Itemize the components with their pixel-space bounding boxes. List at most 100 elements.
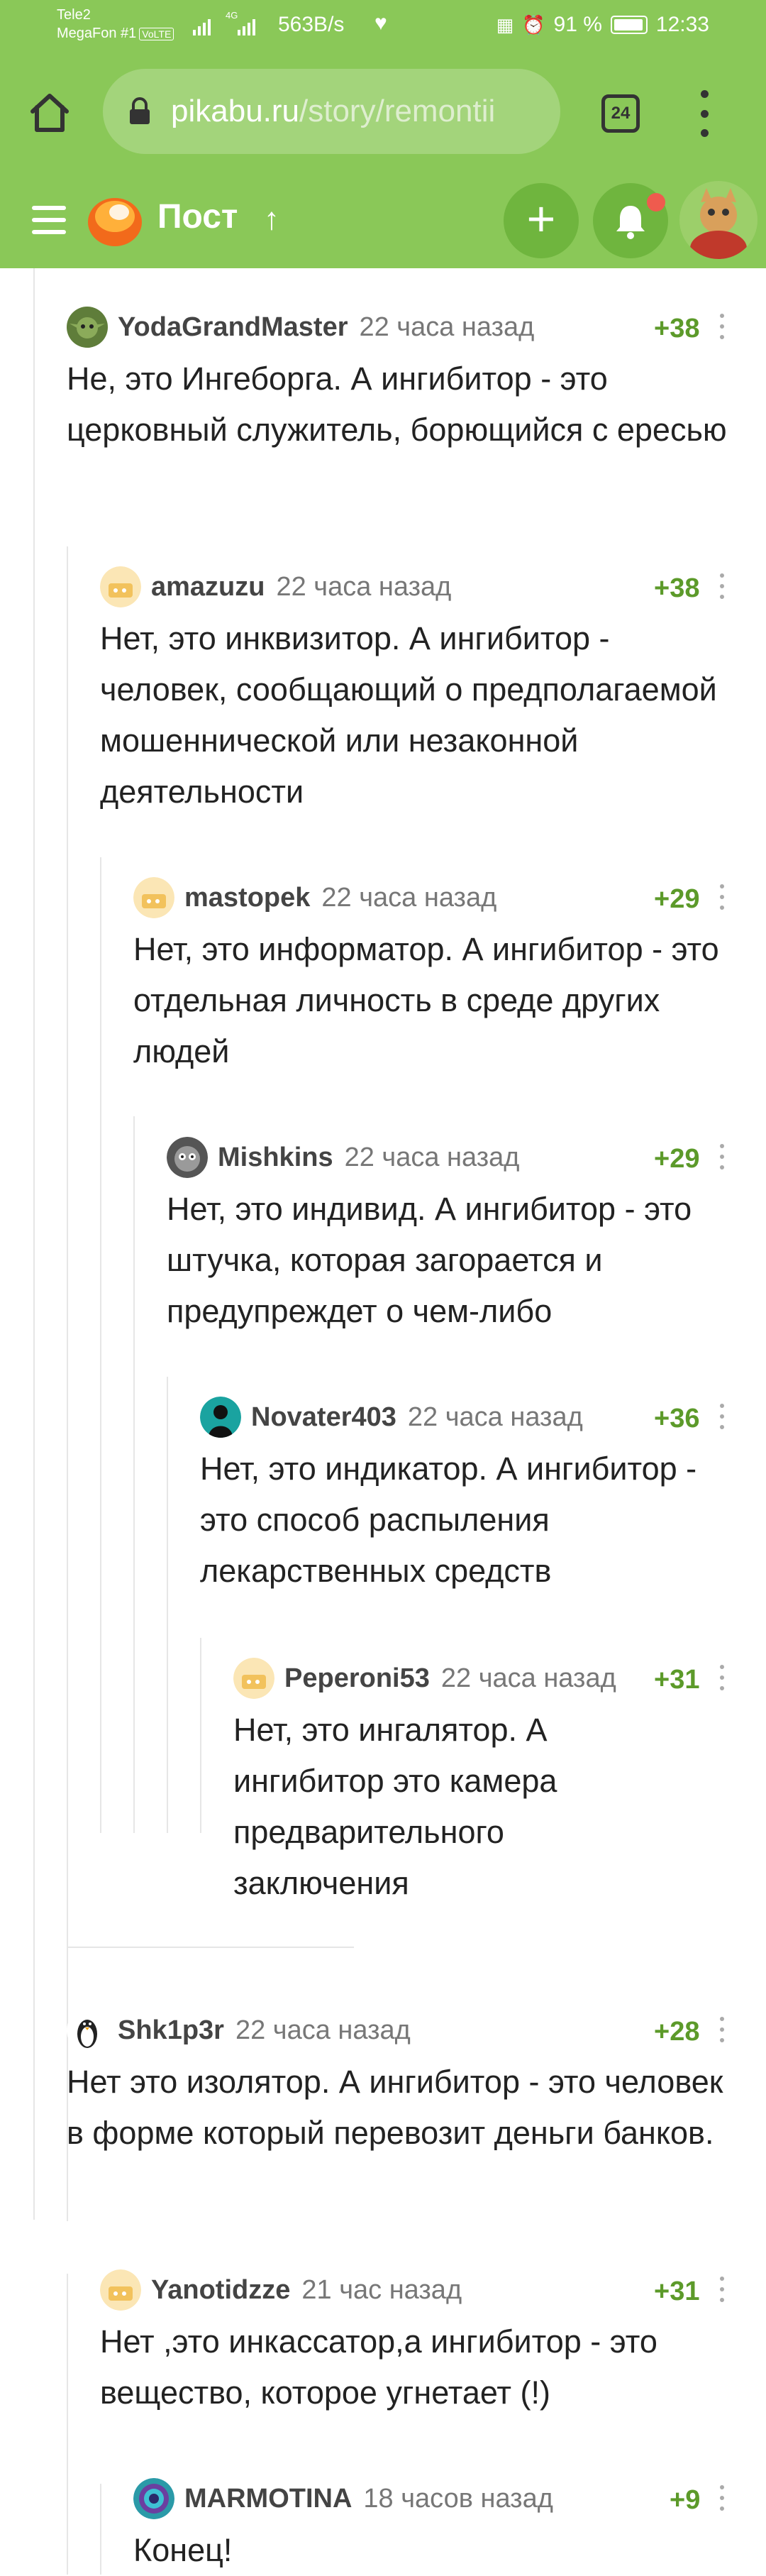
comment-more-icon[interactable] [719,1665,725,1690]
comment-text: Нет, это информатор. А ингибитор - это о… [133,931,719,1069]
comment-author[interactable]: Novater403 [251,1402,396,1433]
comment: amazuzu 22 часа назад +38 Нет, это инкви… [100,565,728,818]
comment-author[interactable]: Peperoni53 [284,1663,430,1694]
comment-more-icon[interactable] [719,573,725,599]
comment-author[interactable]: mastopek [184,883,310,913]
address-bar[interactable]: pikabu.ru/story/remontii [103,69,560,154]
comment-time: 22 часа назад [235,2015,411,2045]
comment-author[interactable]: YodaGrandMaster [118,312,348,343]
avatar[interactable] [133,2478,174,2519]
thread-line [133,1116,135,1833]
comment-time: 22 часа назад [321,882,497,913]
comment-rating: +29 [654,884,700,914]
thread-line [33,268,35,2220]
notification-dot [647,193,665,211]
comment-author[interactable]: Shk1p3r [118,2015,224,2046]
comment-text: Не, это Ингеборга. А ингибитор - это цер… [67,360,727,448]
comment-time: 22 часа назад [344,1142,520,1172]
signal-icon-2 [238,16,255,35]
comment: Novater403 22 часа назад +36 Нет, это ин… [200,1395,728,1597]
thread-line [167,1377,168,1833]
scroll-up-icon[interactable]: ↑ [264,202,279,237]
thread-line [67,2274,68,2575]
comment-rating: +9 [670,2485,701,2515]
comment-time: 22 часа назад [407,1402,583,1432]
carrier-2: MegaFon #1 [57,26,137,41]
avatar[interactable] [67,2010,108,2051]
comment-author[interactable]: amazuzu [151,572,265,602]
bell-icon [616,206,645,239]
comment-text: Нет, это индикатор. А ингибитор - это сп… [200,1451,697,1589]
carrier-info: Tele2 MegaFon #1 VoLTE [57,6,174,43]
comment-author[interactable]: MARMOTINA [184,2484,352,2514]
comment-text: Конец! [133,2532,233,2568]
comment-time: 21 час назад [301,2274,462,2305]
avatar[interactable] [67,307,108,348]
battery-percent: 91 % [553,13,602,36]
thread-line [67,546,68,2221]
avatar[interactable] [100,566,141,607]
nfc-icon: ▦ [496,13,514,35]
comment-more-icon[interactable] [719,2485,725,2511]
comment: MARMOTINA 18 часов назад +9 Конец! [133,2477,728,2576]
comment-author[interactable]: Yanotidzze [151,2275,290,2306]
comment-rating: +36 [654,1404,700,1433]
url-path: /story/remontii [299,94,496,128]
network-speed: 563B/s [278,13,345,36]
comment-text: Нет ,это инкассатор,а ингибитор - это ве… [100,2323,657,2411]
browser-menu-button[interactable] [694,90,715,137]
comment-more-icon[interactable] [719,2017,725,2042]
comment-rating: +31 [654,2277,700,2306]
comment-time: 22 часа назад [276,571,452,602]
signal-icon [193,16,211,35]
comment-time: 22 часа назад [440,1663,616,1693]
page-title: Пост [157,198,238,236]
pikabu-logo[interactable] [84,188,146,251]
comment-rating: +38 [654,573,700,603]
thread-divider [67,1947,354,1948]
comment: Shk1p3r 22 часа назад +28 Нет это изолят… [67,2008,728,2159]
avatar[interactable] [100,2269,141,2311]
comment: Mishkins 22 часа назад +29 Нет, это инди… [167,1135,728,1337]
battery-icon [610,16,648,34]
comment-rating: +29 [654,1144,700,1174]
comment-rating: +38 [654,314,700,343]
health-icon: ♥ [374,11,387,35]
avatar[interactable] [133,877,174,918]
comment-more-icon[interactable] [719,884,725,910]
comment-rating: +31 [654,1665,700,1695]
avatar[interactable] [200,1397,241,1438]
comment-text: Нет это изолятор. А ингибитор - это чело… [67,2064,723,2151]
comment-more-icon[interactable] [719,1404,725,1429]
app-header: Пост ↑ + [0,170,766,268]
url-host: pikabu.ru [171,94,300,128]
network-type: 4G [226,10,238,21]
thread-line [100,2484,101,2575]
tabs-button[interactable]: 24 [601,94,640,133]
user-avatar[interactable] [679,181,757,259]
comment-time: 22 часа назад [359,312,535,342]
add-post-button[interactable]: + [504,183,579,258]
thread-line [200,1638,201,1833]
alarm-icon: ⏰ [522,13,545,35]
clock: 12:33 [655,13,709,36]
notifications-button[interactable] [593,183,668,258]
hamburger-menu-icon[interactable] [32,206,66,234]
comment-author[interactable]: Mishkins [218,1143,333,1173]
comment-more-icon[interactable] [719,314,725,339]
comment-text: Нет, это индивид. А ингибитор - это штуч… [167,1191,692,1329]
comment: YodaGrandMaster 22 часа назад +38 Не, эт… [67,305,728,456]
comments-feed: YodaGrandMaster 22 часа назад +38 Не, эт… [0,268,766,2575]
carrier-1: Tele2 [57,7,91,23]
comment-time: 18 часов назад [363,2483,553,2514]
avatar[interactable] [233,1658,274,1699]
comment-more-icon[interactable] [719,1144,725,1169]
comment-text: Нет, это инквизитор. А ингибитор - челов… [100,620,717,810]
comment: Yanotidzze 21 час назад +31 Нет ,это инк… [100,2268,728,2418]
comment-more-icon[interactable] [719,2277,725,2302]
url-text: pikabu.ru/story/remontii [171,94,495,129]
comment-text: Нет, это ингалятор. А ингибитор это каме… [233,1712,557,1901]
avatar[interactable] [167,1137,208,1178]
lock-icon [130,97,150,124]
home-button[interactable] [27,90,72,136]
